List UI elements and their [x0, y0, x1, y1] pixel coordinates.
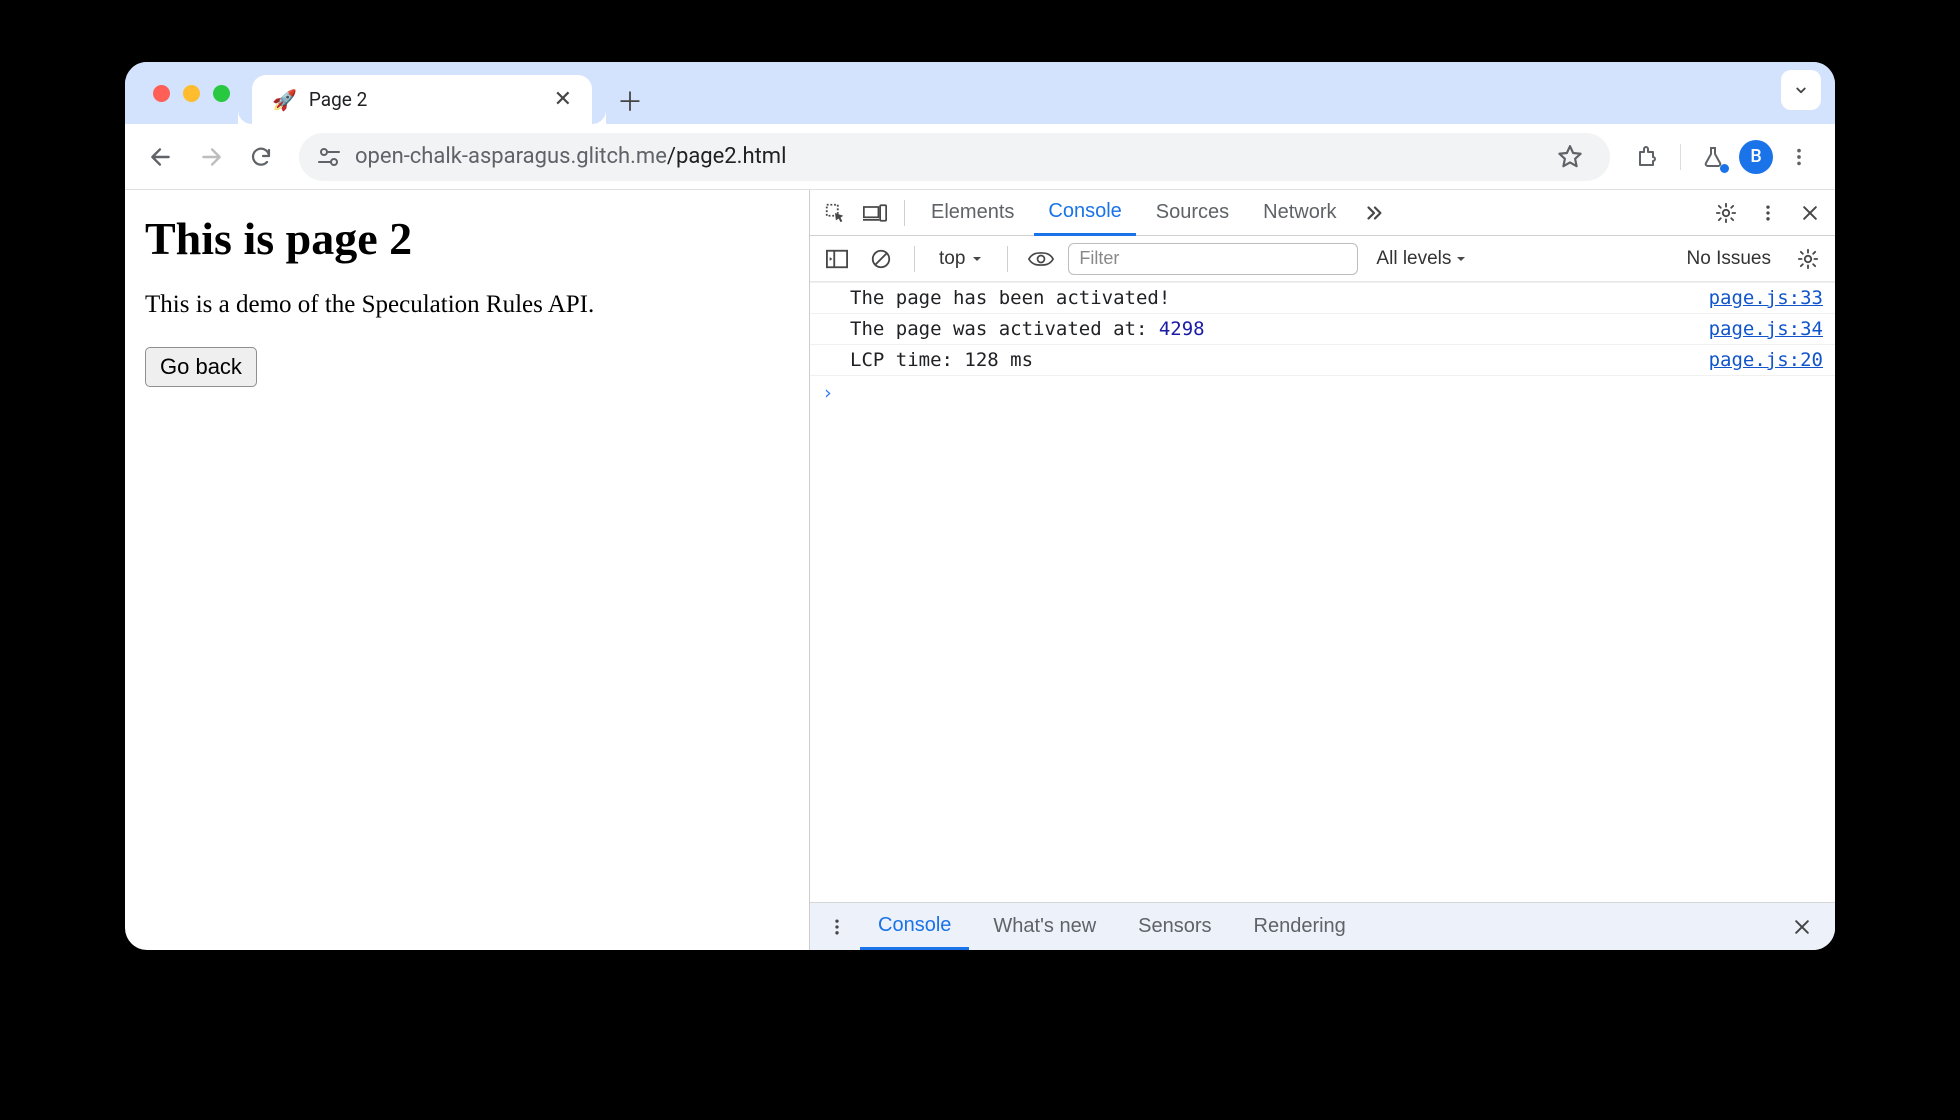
tune-icon [317, 147, 341, 167]
clear-icon [870, 248, 892, 270]
console-sidebar-toggle[interactable] [820, 242, 854, 276]
url-text: open-chalk-asparagus.glitch.me/page2.htm… [355, 144, 786, 169]
close-tab-button[interactable]: ✕ [548, 83, 578, 116]
dots-vertical-icon [827, 917, 847, 937]
gear-icon [1715, 202, 1737, 224]
tab-elements[interactable]: Elements [917, 190, 1028, 235]
new-tab-button[interactable]: ＋ [610, 80, 650, 120]
drawer-tab-rendering[interactable]: Rendering [1236, 903, 1364, 950]
more-tabs-button[interactable] [1357, 196, 1391, 230]
live-expression-button[interactable] [1024, 242, 1058, 276]
tab-search-button[interactable] [1781, 70, 1821, 110]
console-toolbar: top All levels No Issues [810, 236, 1835, 282]
back-button[interactable] [139, 135, 183, 179]
go-back-button[interactable]: Go back [145, 347, 257, 387]
labs-button[interactable] [1691, 135, 1735, 179]
console-log-row: The page has been activated! page.js:33 [810, 282, 1835, 314]
console-prompt[interactable]: › [810, 376, 1835, 410]
profile-avatar[interactable]: B [1739, 140, 1773, 174]
divider [914, 246, 915, 272]
triangle-down-icon [1455, 253, 1467, 265]
console-log-area: The page has been activated! page.js:33 … [810, 282, 1835, 902]
log-source-link[interactable]: page.js:33 [1695, 287, 1823, 309]
tab-network[interactable]: Network [1249, 190, 1350, 235]
rendered-page: This is page 2 This is a demo of the Spe… [125, 190, 810, 950]
tab-favicon: 🚀 [272, 88, 297, 112]
reload-button[interactable] [239, 135, 283, 179]
console-settings-button[interactable] [1791, 242, 1825, 276]
divider [1007, 246, 1008, 272]
forward-button[interactable] [189, 135, 233, 179]
log-message: The page was activated at: 4298 [850, 318, 1695, 340]
devices-icon [863, 203, 887, 223]
chevron-down-icon [1792, 81, 1810, 99]
devtools-tabs: Elements Console Sources Network [810, 190, 1835, 236]
log-message: The page has been activated! [850, 287, 1695, 309]
close-icon [1800, 203, 1820, 223]
divider [904, 200, 905, 226]
drawer-menu-button[interactable] [820, 910, 854, 944]
issues-indicator[interactable]: No Issues [1677, 248, 1781, 270]
devtools-panel: Elements Console Sources Network [810, 190, 1835, 950]
page-paragraph: This is a demo of the Speculation Rules … [145, 291, 789, 319]
extensions-button[interactable] [1626, 135, 1670, 179]
devtools-close-button[interactable] [1793, 196, 1827, 230]
eye-icon [1028, 250, 1054, 268]
star-icon [1557, 144, 1583, 170]
log-source-link[interactable]: page.js:34 [1695, 318, 1823, 340]
device-toolbar-button[interactable] [858, 196, 892, 230]
gear-icon [1797, 248, 1819, 270]
console-log-row: The page was activated at: 4298 page.js:… [810, 314, 1835, 345]
clear-console-button[interactable] [864, 242, 898, 276]
sidebar-icon [826, 249, 848, 269]
address-bar[interactable]: open-chalk-asparagus.glitch.me/page2.htm… [299, 133, 1610, 181]
dots-vertical-icon [1758, 203, 1778, 223]
url-path: /page2.html [667, 144, 787, 169]
console-log-row: LCP time: 128 ms page.js:20 [810, 345, 1835, 376]
log-levels-selector[interactable]: All levels [1368, 248, 1475, 270]
bookmark-button[interactable] [1548, 135, 1592, 179]
divider [1680, 144, 1681, 170]
triangle-down-icon [971, 253, 983, 265]
tab-strip: 🚀 Page 2 ✕ ＋ [125, 62, 1835, 124]
execution-context-selector[interactable]: top [931, 248, 991, 270]
minimize-window-button[interactable] [183, 85, 200, 102]
arrow-right-icon [198, 144, 224, 170]
site-info-button[interactable] [317, 147, 341, 167]
notification-dot [1720, 164, 1729, 173]
inspect-element-button[interactable] [818, 196, 852, 230]
levels-label: All levels [1376, 248, 1451, 270]
tab-sources[interactable]: Sources [1142, 190, 1243, 235]
context-label: top [939, 248, 965, 270]
reload-icon [249, 145, 273, 169]
tab-console[interactable]: Console [1034, 191, 1135, 236]
close-icon [1792, 917, 1812, 937]
drawer-tab-whatsnew[interactable]: What's new [975, 903, 1114, 950]
content-area: This is page 2 This is a demo of the Spe… [125, 190, 1835, 950]
close-window-button[interactable] [153, 85, 170, 102]
devtools-settings-button[interactable] [1709, 196, 1743, 230]
browser-toolbar: open-chalk-asparagus.glitch.me/page2.htm… [125, 124, 1835, 190]
chrome-menu-button[interactable] [1777, 135, 1821, 179]
drawer-tab-console[interactable]: Console [860, 903, 969, 950]
log-message: LCP time: 128 ms [850, 349, 1695, 371]
puzzle-icon [1636, 145, 1660, 169]
console-filter-input[interactable] [1068, 243, 1358, 275]
window-controls [143, 62, 246, 124]
inspect-icon [824, 202, 846, 224]
browser-tab[interactable]: 🚀 Page 2 ✕ [252, 75, 592, 124]
page-heading: This is page 2 [145, 212, 789, 265]
devtools-drawer: Console What's new Sensors Rendering [810, 902, 1835, 950]
arrow-left-icon [148, 144, 174, 170]
dots-vertical-icon [1788, 146, 1810, 168]
devtools-menu-button[interactable] [1751, 196, 1785, 230]
url-host: open-chalk-asparagus.glitch.me [355, 144, 667, 169]
maximize-window-button[interactable] [213, 85, 230, 102]
chevrons-right-icon [1363, 202, 1385, 224]
drawer-tab-sensors[interactable]: Sensors [1120, 903, 1229, 950]
log-source-link[interactable]: page.js:20 [1695, 349, 1823, 371]
browser-window: 🚀 Page 2 ✕ ＋ [125, 62, 1835, 950]
drawer-close-button[interactable] [1785, 910, 1819, 944]
tab-title: Page 2 [309, 88, 548, 111]
